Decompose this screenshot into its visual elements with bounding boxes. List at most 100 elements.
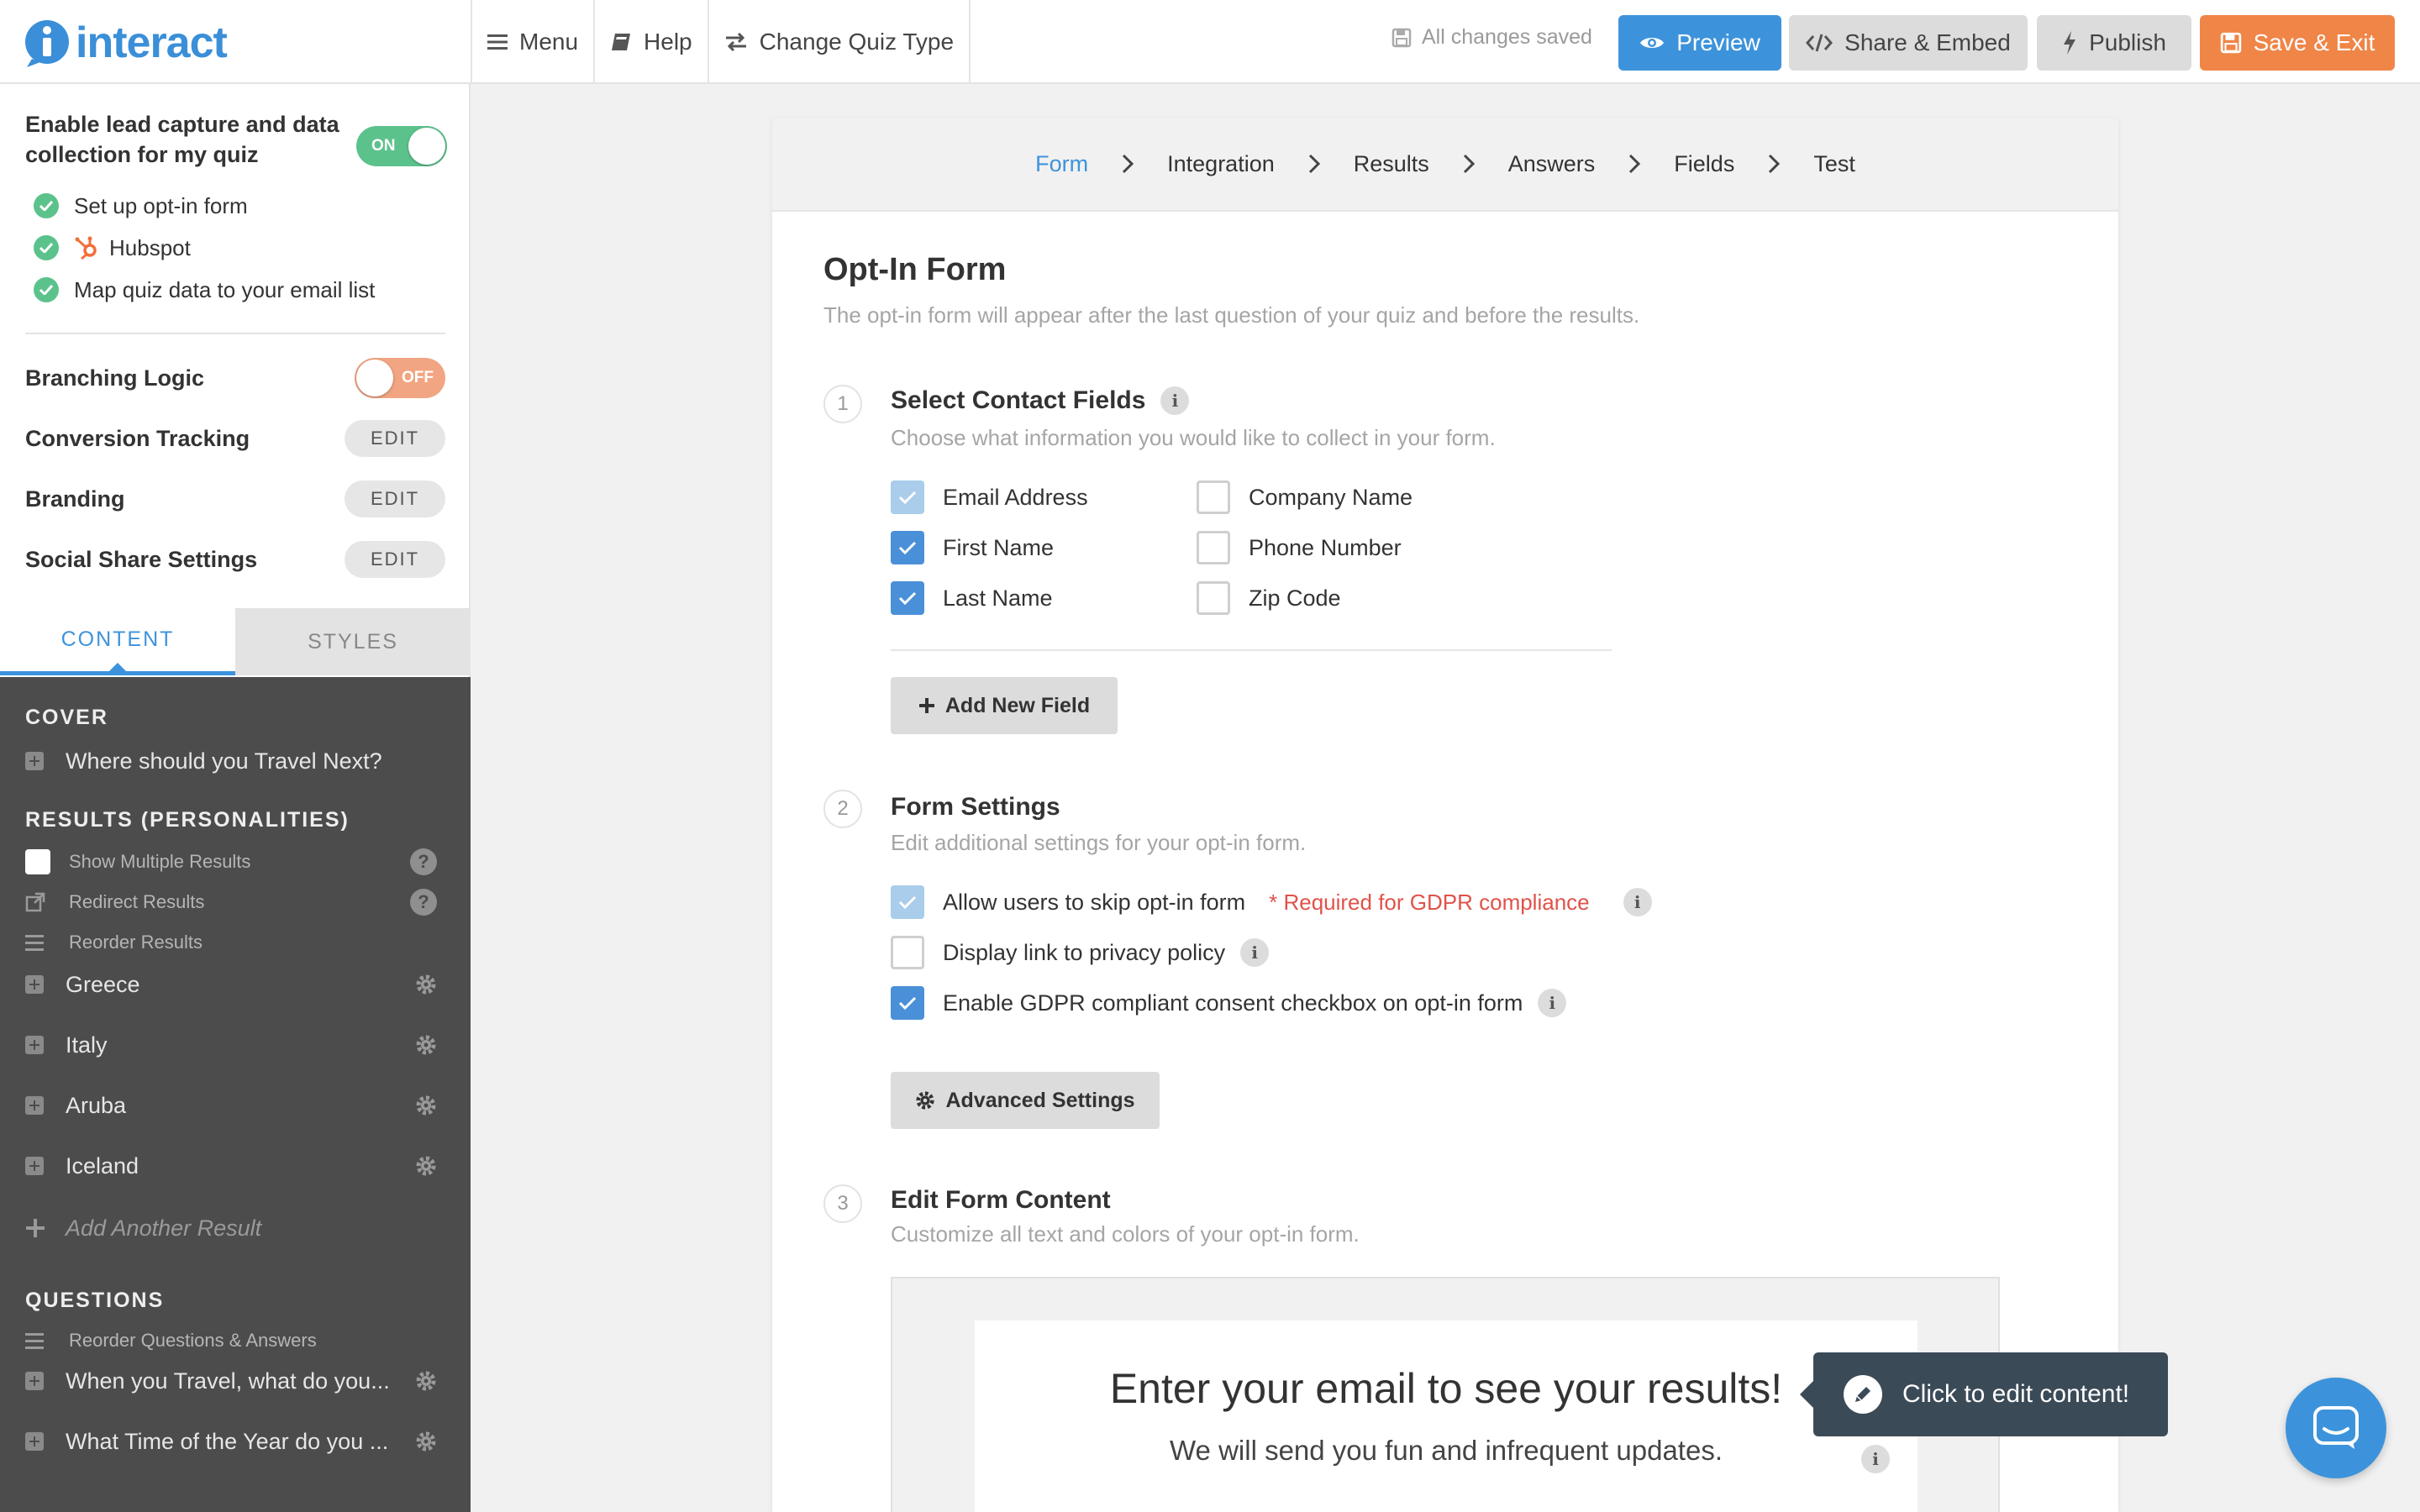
result-item-italy[interactable]: Italy: [25, 1026, 437, 1063]
info-icon[interactable]: i: [1861, 1445, 1890, 1473]
question-label: What Time of the Year do you ...: [66, 1428, 389, 1454]
toggle-on-label: ON: [371, 137, 396, 155]
field-first-name[interactable]: First Name: [891, 531, 1054, 564]
result-item-iceland[interactable]: Iceland: [25, 1147, 437, 1184]
save-exit-button[interactable]: Save & Exit: [2200, 15, 2395, 71]
gear-icon[interactable]: [415, 1431, 437, 1452]
field-email-address[interactable]: Email Address: [891, 480, 1088, 514]
help-icon[interactable]: ?: [410, 889, 437, 916]
conversion-tracking-edit-button[interactable]: EDIT: [345, 420, 445, 457]
chevron-right-icon: [1463, 154, 1475, 174]
option-gdpr-consent[interactable]: Enable GDPR compliant consent checkbox o…: [891, 986, 1567, 1020]
breadcrumb-form[interactable]: Form: [1035, 151, 1088, 177]
checkbox-unchecked[interactable]: [1197, 581, 1230, 615]
save-exit-label: Save & Exit: [2253, 29, 2375, 55]
breadcrumb: Form Integration Results Answers Fields …: [772, 118, 2118, 212]
questions-heading: QUESTIONS: [25, 1289, 165, 1312]
preview-button[interactable]: Preview: [1618, 15, 1781, 71]
help-label: Help: [644, 29, 692, 55]
advanced-settings-button[interactable]: Advanced Settings: [891, 1072, 1160, 1129]
add-new-field-button[interactable]: Add New Field: [891, 677, 1118, 734]
breadcrumb-answers[interactable]: Answers: [1508, 151, 1596, 177]
chat-launcher-button[interactable]: [2286, 1378, 2386, 1478]
reorder-questions-option[interactable]: Reorder Questions & Answers: [25, 1324, 437, 1357]
field-zip-code[interactable]: Zip Code: [1197, 581, 1341, 615]
step-3-subtitle: Customize all text and colors of your op…: [891, 1221, 1360, 1247]
info-icon[interactable]: i: [1240, 938, 1270, 967]
help-button[interactable]: Help: [593, 0, 708, 84]
result-item-aruba[interactable]: Aruba: [25, 1087, 437, 1124]
reorder-results-label: Reorder Results: [69, 932, 203, 953]
plus-square-icon: [25, 752, 44, 770]
plus-square-icon: [25, 1157, 44, 1175]
step-1-subtitle: Choose what information you would like t…: [891, 425, 1496, 450]
result-item-greece[interactable]: Greece: [25, 966, 437, 1003]
preview-heading[interactable]: Enter your email to see your results!: [975, 1364, 1918, 1413]
checkbox-checked-disabled[interactable]: [891, 885, 924, 919]
add-another-result-button[interactable]: Add Another Result: [25, 1210, 437, 1247]
save-status: All changes saved: [1392, 25, 1592, 50]
option-privacy-link[interactable]: Display link to privacy policy i: [891, 936, 1270, 969]
check-circle-icon: [34, 235, 59, 260]
step-1-title-text: Select Contact Fields: [891, 386, 1146, 414]
checklist-item-hubspot[interactable]: Hubspot: [34, 233, 191, 263]
info-icon[interactable]: i: [1623, 888, 1652, 916]
plus-square-icon: [25, 1432, 44, 1451]
info-icon[interactable]: i: [1160, 386, 1190, 415]
page-title: Opt-In Form: [823, 252, 1007, 287]
chat-icon: [2313, 1406, 2359, 1449]
checkbox[interactable]: [25, 849, 50, 874]
checkbox-checked[interactable]: [891, 986, 924, 1020]
sidebar-divider: [25, 333, 445, 334]
help-icon[interactable]: ?: [410, 848, 437, 875]
edit-content-tooltip[interactable]: Click to edit content!: [1800, 1352, 2168, 1436]
field-label: First Name: [943, 534, 1055, 560]
checkbox-checked[interactable]: [891, 531, 924, 564]
swap-arrows-icon: [725, 33, 746, 51]
logo[interactable]: interact: [24, 17, 228, 69]
form-preview[interactable]: Enter your email to see your results! We…: [975, 1320, 1918, 1512]
change-quiz-type-label: Change Quiz Type: [759, 29, 955, 55]
step-number-3: 3: [823, 1184, 862, 1223]
gear-icon[interactable]: [415, 974, 437, 995]
field-company-name[interactable]: Company Name: [1197, 480, 1413, 514]
menu-button[interactable]: Menu: [471, 0, 593, 84]
checkbox-unchecked[interactable]: [891, 936, 924, 969]
redirect-results-option[interactable]: Redirect Results ?: [25, 885, 437, 919]
checkbox-unchecked[interactable]: [1197, 531, 1230, 564]
plus-square-icon: [25, 1036, 44, 1054]
branching-logic-toggle[interactable]: OFF: [355, 358, 445, 398]
show-multiple-results-option[interactable]: Show Multiple Results ?: [25, 845, 437, 879]
cover-item[interactable]: Where should you Travel Next?: [25, 744, 437, 778]
gear-icon[interactable]: [415, 1370, 437, 1392]
gear-icon[interactable]: [415, 1155, 437, 1177]
option-allow-skip[interactable]: Allow users to skip opt-in form * Requir…: [891, 885, 1652, 919]
checkbox-checked-disabled[interactable]: [891, 480, 924, 514]
field-phone-number[interactable]: Phone Number: [1197, 531, 1402, 564]
tab-content[interactable]: CONTENT: [0, 608, 235, 675]
checklist-item-map[interactable]: Map quiz data to your email list: [34, 275, 375, 305]
question-item[interactable]: What Time of the Year do you ...: [25, 1423, 437, 1460]
reorder-results-option[interactable]: Reorder Results: [25, 926, 437, 959]
field-label: Zip Code: [1249, 585, 1341, 611]
share-embed-button[interactable]: Share & Embed: [1789, 15, 2028, 71]
checkbox-checked[interactable]: [891, 581, 924, 615]
breadcrumb-fields[interactable]: Fields: [1674, 151, 1734, 177]
gear-icon[interactable]: [415, 1034, 437, 1056]
question-item[interactable]: When you Travel, what do you...: [25, 1362, 437, 1399]
tab-styles[interactable]: STYLES: [235, 608, 471, 675]
breadcrumb-integration[interactable]: Integration: [1167, 151, 1275, 177]
branding-edit-button[interactable]: EDIT: [345, 480, 445, 517]
breadcrumb-results[interactable]: Results: [1354, 151, 1429, 177]
change-quiz-type-button[interactable]: Change Quiz Type: [707, 0, 971, 84]
gear-icon[interactable]: [415, 1095, 437, 1116]
info-icon[interactable]: i: [1538, 989, 1567, 1017]
breadcrumb-test[interactable]: Test: [1813, 151, 1855, 177]
publish-button[interactable]: Publish: [2037, 15, 2191, 71]
social-share-edit-button[interactable]: EDIT: [345, 541, 445, 578]
lead-capture-toggle[interactable]: ON: [356, 126, 447, 166]
field-last-name[interactable]: Last Name: [891, 581, 1053, 615]
checkbox-unchecked[interactable]: [1197, 480, 1230, 514]
preview-subheading[interactable]: We will send you fun and infrequent upda…: [975, 1435, 1918, 1467]
checklist-item-optin[interactable]: Set up opt-in form: [34, 191, 248, 221]
